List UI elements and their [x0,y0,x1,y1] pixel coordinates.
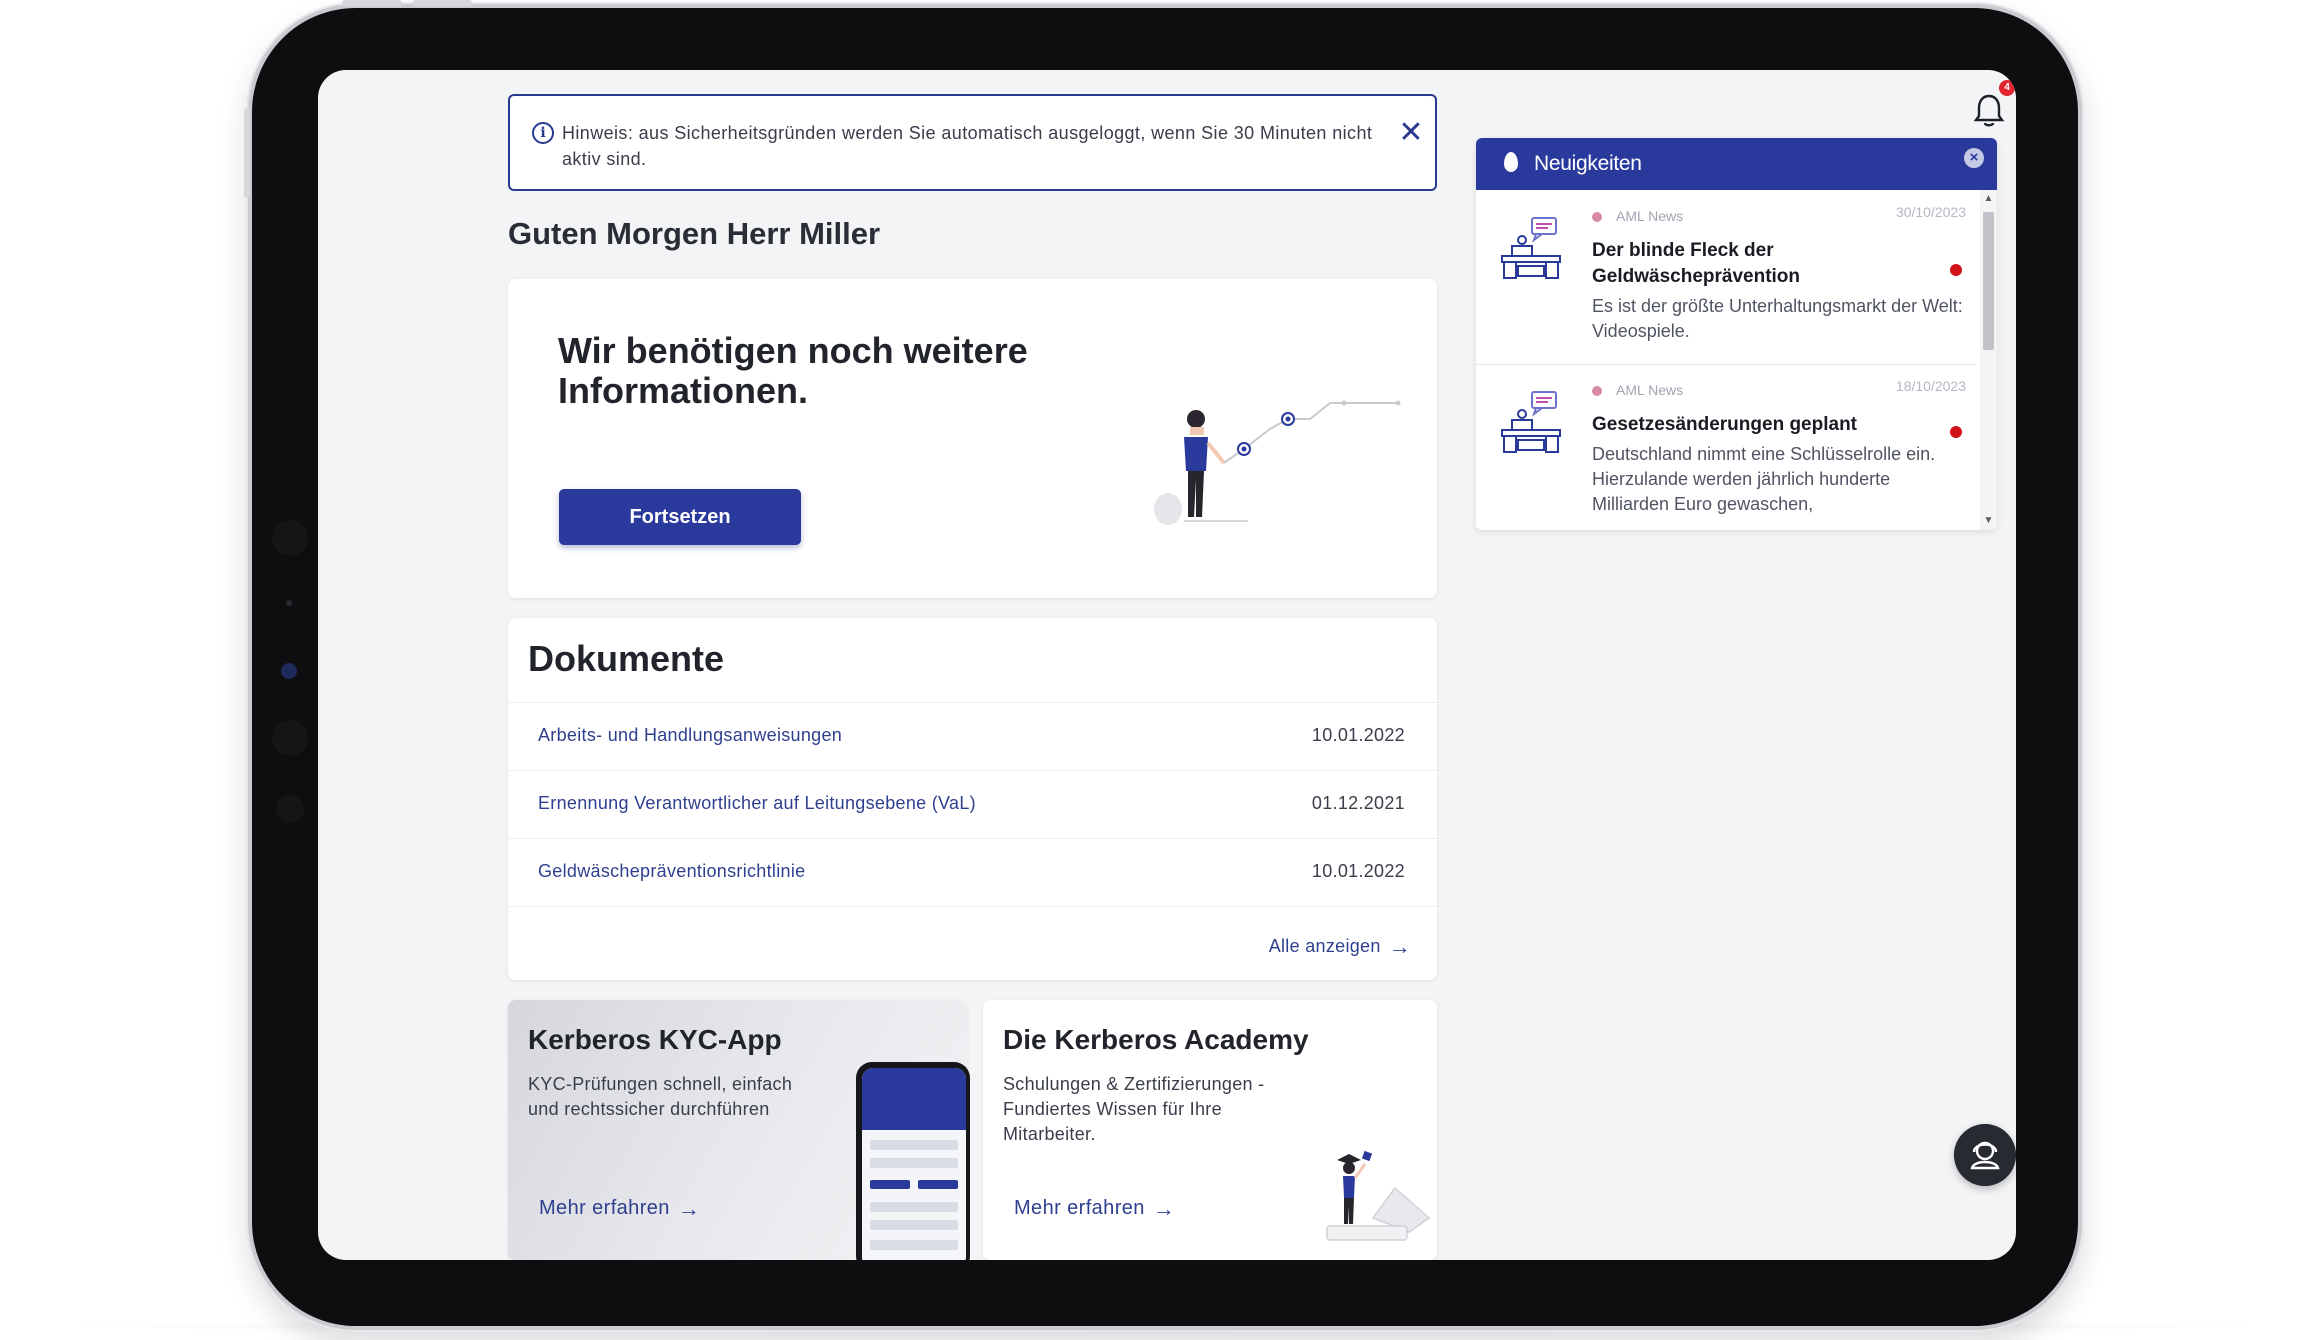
phone-screen-row [870,1220,958,1230]
scroll-thumb[interactable] [1983,212,1994,350]
phone-screen-row [870,1240,958,1250]
info-required-card: Wir benötigen noch weitere Informationen… [508,279,1437,598]
phone-screen-row [870,1158,958,1168]
kyc-learn-more-link[interactable]: Mehr erfahren → [539,1196,700,1222]
news-date: 18/10/2023 [1895,378,1966,394]
unread-indicator [1950,426,1962,438]
news-excerpt: Es ist der größte Unterhaltungsmarkt der… [1592,296,1963,341]
office-desk-icon [1501,391,1561,453]
academy-promo-card[interactable]: Die Kerberos Academy Schulungen & Zertif… [983,1000,1437,1260]
document-date: 01.12.2021 [1311,793,1405,813]
camera-ring [272,720,308,756]
hero-headline: Wir benötigen noch weitere Informationen… [558,330,1028,411]
news-source: AML News [1616,382,1684,398]
phone-screen-chip [918,1180,958,1189]
close-icon[interactable]: ✕ [1396,118,1426,148]
show-all-link[interactable]: Alle anzeigen → [1269,934,1411,960]
category-dot [1592,212,1602,222]
academy-promo-title: Die Kerberos Academy [1003,1024,1309,1055]
news-date: 30/10/2023 [1895,204,1966,220]
document-row[interactable]: Geldwäschepräventionsrichtlinie 10.01.20… [508,838,1437,906]
tablet-side-button [244,108,250,198]
news-item[interactable]: AML News 18/10/2023 Gesetzesänderungen g… [1476,364,1976,530]
scroll-down-icon[interactable]: ▼ [1983,514,1994,528]
news-excerpt: Deutschland nimmt eine Schlüsselrolle ei… [1592,444,1936,514]
continue-button[interactable]: Fortsetzen [559,489,801,545]
tablet-top-button [412,0,472,6]
unread-indicator [1950,264,1962,276]
graduation-illustration [1326,1150,1431,1241]
phone-screen-chip [870,1180,910,1189]
phone-screen-row [870,1140,958,1150]
kyc-app-promo-card[interactable]: Kerberos KYC-App KYC-Prüfungen schnell, … [508,1000,970,1260]
flame-icon [1504,152,1518,172]
news-panel-header: Neuigkeiten × [1476,138,1997,190]
bell-icon[interactable] [1972,90,2006,130]
document-row[interactable]: Arbeits- und Handlungsanweisungen 10.01.… [508,702,1437,770]
news-scrollbar[interactable]: ▲ ▼ [1980,190,1997,530]
documents-title: Dokumente [528,638,725,679]
tablet-top-button [342,0,402,6]
progress-illustration [1154,400,1401,525]
app-screen: i Hinweis: aus Sicherheitsgründen werden… [318,70,2016,1260]
academy-learn-more-label[interactable]: Mehr erfahren [1014,1197,1145,1219]
close-icon[interactable]: × [1964,148,1984,168]
document-name[interactable]: Geldwäschepräventionsrichtlinie [538,861,805,882]
kyc-promo-title: Kerberos KYC-App [528,1024,782,1055]
document-date: 10.01.2022 [1311,861,1405,881]
kyc-promo-description: KYC-Prüfungen schnell, einfach und recht… [528,1074,793,1119]
document-name[interactable]: Ernennung Verantwortlicher auf Leitungse… [538,793,976,814]
news-item[interactable]: AML News 30/10/2023 Der blinde Fleck der… [1476,190,1976,364]
news-panel: Neuigkeiten × AML News 30/10/2023 Der bl… [1476,138,1997,530]
phone-screen-header [862,1068,966,1130]
phone-screen [862,1068,966,1260]
scroll-up-icon[interactable]: ▲ [1983,192,1994,206]
kyc-learn-more-label[interactable]: Mehr erfahren [539,1197,670,1219]
camera-ring [276,795,304,823]
academy-promo-description: Schulungen & Zertifizierungen - Fundiert… [1003,1074,1265,1144]
arrow-right-icon: → [677,1196,701,1221]
document-row[interactable]: Ernennung Verantwortlicher auf Leitungse… [508,770,1437,838]
arrow-right-icon: → [1388,934,1411,959]
document-name[interactable]: Arbeits- und Handlungsanweisungen [538,725,842,746]
greeting-title: Guten Morgen Herr Miller [508,216,881,251]
documents-card: Dokumente Arbeits- und Handlungsanweisun… [508,618,1437,980]
arrow-right-icon: → [1152,1196,1176,1221]
office-desk-icon [1501,217,1561,279]
news-title[interactable]: Gesetzesänderungen geplant [1592,412,1962,438]
news-title[interactable]: Der blinde Fleck der Geldwäschepräventio… [1592,238,1962,290]
support-agent-icon[interactable] [1954,1124,2016,1186]
notice-text: Hinweis: aus Sicherheitsgründen werden S… [562,123,1373,169]
documents-footer-divider [508,906,1437,907]
category-dot [1592,386,1602,396]
news-panel-title: Neuigkeiten [1534,152,1642,175]
show-all-label[interactable]: Alle anzeigen [1269,936,1381,956]
camera-dot [286,600,292,606]
phone-screen-row [870,1202,958,1212]
academy-learn-more-link[interactable]: Mehr erfahren → [1014,1196,1175,1222]
notification-count-badge: 4 [1999,80,2015,96]
news-source: AML News [1616,208,1684,224]
info-icon: i [532,122,554,144]
phone-mockup-image [856,1062,970,1260]
document-date: 10.01.2022 [1311,725,1405,745]
session-timeout-notice: i Hinweis: aus Sicherheitsgründen werden… [508,94,1437,191]
camera-lens [281,663,297,679]
camera-ring [272,520,308,556]
